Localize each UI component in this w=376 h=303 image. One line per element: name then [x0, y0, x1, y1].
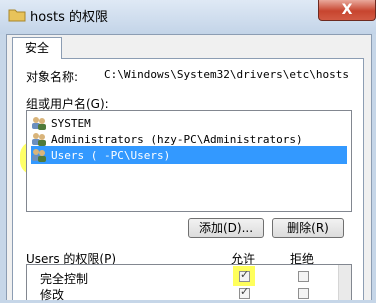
users-icon — [32, 117, 46, 130]
permission-name: 修改 — [40, 288, 65, 302]
scrollbar[interactable] — [338, 265, 351, 300]
close-icon: X — [341, 2, 353, 18]
users-icon — [32, 149, 46, 162]
allow-checkbox[interactable] — [239, 268, 250, 282]
list-item-label: Administrators (hzy-PC\Administrators) — [51, 132, 303, 146]
folder-icon — [8, 9, 26, 22]
permission-name: 完全控制 — [40, 272, 89, 286]
title-bar: hosts 的权限 X — [0, 0, 376, 34]
deny-checkbox[interactable] — [298, 271, 309, 282]
list-item-users[interactable]: Users ( -PC\Users) — [31, 146, 347, 164]
list-item-label: Users ( -PC\Users) — [51, 148, 171, 162]
deny-checkbox[interactable] — [298, 288, 309, 299]
object-name-label: 对象名称: — [26, 70, 79, 84]
add-button[interactable]: 添加(D)... — [188, 218, 264, 238]
window-title: hosts 的权限 — [30, 10, 108, 25]
tab-security[interactable]: 安全 — [12, 37, 62, 59]
object-path: C:\Windows\System32\drivers\etc\hosts — [104, 68, 350, 81]
close-button[interactable]: X — [318, 0, 376, 21]
list-item-label: SYSTEM — [51, 116, 91, 130]
users-icon — [32, 133, 46, 146]
remove-button[interactable]: 删除(R) — [272, 218, 344, 238]
group-user-list[interactable]: SYSTEM Administrators (hzy-PC\Administra… — [26, 110, 352, 212]
allow-checkbox[interactable] — [239, 285, 250, 299]
